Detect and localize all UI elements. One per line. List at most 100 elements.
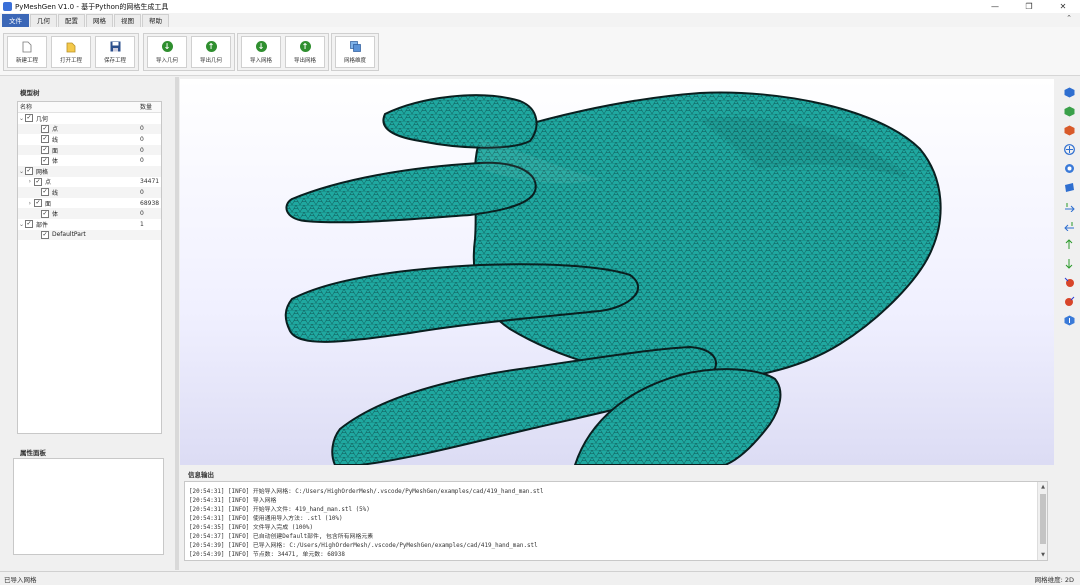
axis-x-minus-icon[interactable] [1063, 219, 1075, 231]
log-line: [20:54:31] [INFO] 使用通用导入方法: .stl (10%) [189, 516, 343, 522]
checkbox-checked-icon[interactable]: ✓ [41, 209, 49, 218]
axis-y-plus-icon[interactable] [1063, 238, 1075, 250]
properties-title: 属性面板 [20, 449, 46, 457]
tree-count: 0 [140, 135, 144, 143]
tab-mesh[interactable]: 网格 [86, 14, 113, 27]
tree-label: 几何 [36, 115, 49, 123]
import-mesh-button[interactable]: ↓ 导入网格 [241, 36, 281, 68]
log-output[interactable]: [20:54:31] [INFO] 开始导入网格: C:/Users/HighO… [184, 481, 1048, 561]
export-geometry-label: 导出几何 [199, 57, 222, 64]
close-button[interactable]: ✕ [1046, 0, 1080, 13]
col-count-header[interactable]: 数量 [140, 102, 152, 112]
rotate-view-icon[interactable] [1063, 162, 1075, 174]
scroll-thumb[interactable] [1040, 494, 1046, 544]
export-mesh-button[interactable]: ↑ 导出网格 [285, 36, 325, 68]
tree-row-mesh-points[interactable]: › ✓ 点 34471 [18, 177, 161, 188]
collapsed-chevron-icon[interactable]: › [18, 178, 34, 185]
tree-label: 体 [52, 211, 59, 219]
import-mesh-label: 导入网格 [249, 57, 272, 64]
tree-row-mesh-lines[interactable]: ✓ 线 0 [18, 187, 161, 198]
axis-x-plus-icon[interactable] [1063, 200, 1075, 212]
mesh-dimension-button[interactable]: 网格维度 [335, 36, 375, 68]
import-geometry-label: 导入几何 [155, 57, 178, 64]
checkbox-checked-icon[interactable]: ✓ [34, 177, 42, 186]
axis-z-plus-icon[interactable] [1063, 276, 1075, 288]
model-tree: 名称 数量 ⌄ ✓ 几何 ✓ 点 0 ✓ 线 0 ✓ 面 0 ✓ 体 0 ⌄ ✓… [17, 101, 162, 434]
tab-help[interactable]: 帮助 [142, 14, 169, 27]
tree-label: 点 [45, 179, 52, 187]
open-project-button[interactable]: 打开工程 [51, 36, 91, 68]
expand-chevron-icon[interactable]: ⌄ [18, 221, 25, 228]
checkbox-checked-icon[interactable]: ✓ [41, 124, 49, 133]
tree-row-parts[interactable]: ⌄ ✓ 部件 1 [18, 219, 161, 230]
scroll-down-icon[interactable]: ▼ [1039, 551, 1047, 559]
checkbox-checked-icon[interactable]: ✓ [41, 135, 49, 144]
tree-row-mesh[interactable]: ⌄ ✓ 网格 [18, 165, 161, 177]
tree-label: 面 [52, 147, 59, 155]
col-name-header[interactable]: 名称 [20, 102, 140, 112]
log-line: [20:54:35] [INFO] 文件导入完成 (100%) [189, 525, 314, 531]
window-title: PyMeshGen V1.0 - 基于Python的网格生成工具 [15, 2, 169, 11]
maximize-button[interactable]: ❐ [1012, 0, 1046, 13]
tree-row-default-part[interactable]: ✓ DefaultPart [18, 229, 161, 241]
tree-row-geometry-lines[interactable]: ✓ 线 0 [18, 134, 161, 145]
status-message: 已导入网格 [4, 576, 37, 584]
tree-row-geometry-volumes[interactable]: ✓ 体 0 [18, 155, 161, 166]
open-project-label: 打开工程 [59, 57, 82, 64]
tree-label: 部件 [36, 221, 49, 229]
import-arrow-icon: ↓ [255, 41, 267, 53]
title-bar: PyMeshGen V1.0 - 基于Python的网格生成工具 — ❐ ✕ [0, 0, 1080, 13]
export-geometry-button[interactable]: ↑ 导出几何 [191, 36, 231, 68]
geometry-io-group: ↓ 导入几何 ↑ 导出几何 [143, 33, 235, 71]
import-arrow-icon: ↓ [161, 41, 173, 53]
tab-config[interactable]: 配置 [58, 14, 85, 27]
view-toolbar [1058, 80, 1080, 340]
view-top-icon[interactable] [1063, 105, 1075, 117]
collapse-ribbon-icon[interactable]: ⌃ [1066, 14, 1072, 22]
log-scrollbar[interactable]: ▲ ▼ [1037, 482, 1047, 560]
checkbox-checked-icon[interactable]: ✓ [25, 114, 33, 123]
axis-y-minus-icon[interactable] [1063, 257, 1075, 269]
scroll-up-icon[interactable]: ▲ [1039, 483, 1047, 491]
checkbox-checked-icon[interactable]: ✓ [41, 146, 49, 155]
axis-z-minus-icon[interactable] [1063, 295, 1075, 307]
export-mesh-label: 导出网格 [293, 57, 316, 64]
tab-view[interactable]: 视图 [114, 14, 141, 27]
model-tree-header: 名称 数量 [18, 102, 161, 113]
status-bar: 已导入网格 网格维度: 2D [0, 571, 1080, 585]
tree-row-geometry[interactable]: ⌄ ✓ 几何 [18, 113, 161, 124]
tree-row-mesh-volumes[interactable]: ✓ 体 0 [18, 208, 161, 219]
expand-chevron-icon[interactable]: ⌄ [18, 168, 25, 175]
checkbox-checked-icon[interactable]: ✓ [25, 167, 33, 176]
expand-chevron-icon[interactable]: ⌄ [18, 115, 25, 122]
properties-panel [13, 458, 164, 555]
fit-view-icon[interactable] [1063, 143, 1075, 155]
dock-splitter[interactable] [175, 77, 179, 570]
tree-row-geometry-points[interactable]: ✓ 点 0 [18, 123, 161, 135]
minimize-button[interactable]: — [978, 0, 1012, 13]
isometric-view-icon[interactable] [1063, 181, 1075, 193]
tree-row-geometry-faces[interactable]: ✓ 面 0 [18, 144, 161, 156]
3d-viewport[interactable]: y x z [180, 79, 1054, 465]
tree-row-mesh-faces[interactable]: › ✓ 面 68938 [18, 198, 161, 209]
tab-geometry[interactable]: 几何 [30, 14, 57, 27]
checkbox-checked-icon[interactable]: ✓ [41, 156, 49, 165]
checkbox-checked-icon[interactable]: ✓ [34, 199, 42, 208]
save-project-button[interactable]: 保存工程 [95, 36, 135, 68]
tree-count: 34471 [140, 178, 160, 186]
checkbox-checked-icon[interactable]: ✓ [41, 230, 49, 239]
tab-file[interactable]: 文件 [2, 14, 29, 27]
project-group: 新建工程 打开工程 保存工程 [3, 33, 139, 71]
layers-icon [349, 41, 361, 53]
collapsed-chevron-icon[interactable]: › [18, 200, 34, 207]
view-side-icon[interactable] [1063, 124, 1075, 136]
new-project-button[interactable]: 新建工程 [7, 36, 47, 68]
tree-label: 面 [45, 200, 52, 208]
tree-count: 0 [140, 188, 144, 196]
view-front-icon[interactable] [1063, 86, 1075, 98]
import-geometry-button[interactable]: ↓ 导入几何 [147, 36, 187, 68]
checkbox-checked-icon[interactable]: ✓ [25, 220, 33, 229]
tree-label: 网格 [36, 168, 49, 176]
reset-view-icon[interactable] [1063, 314, 1075, 326]
checkbox-checked-icon[interactable]: ✓ [41, 188, 49, 197]
